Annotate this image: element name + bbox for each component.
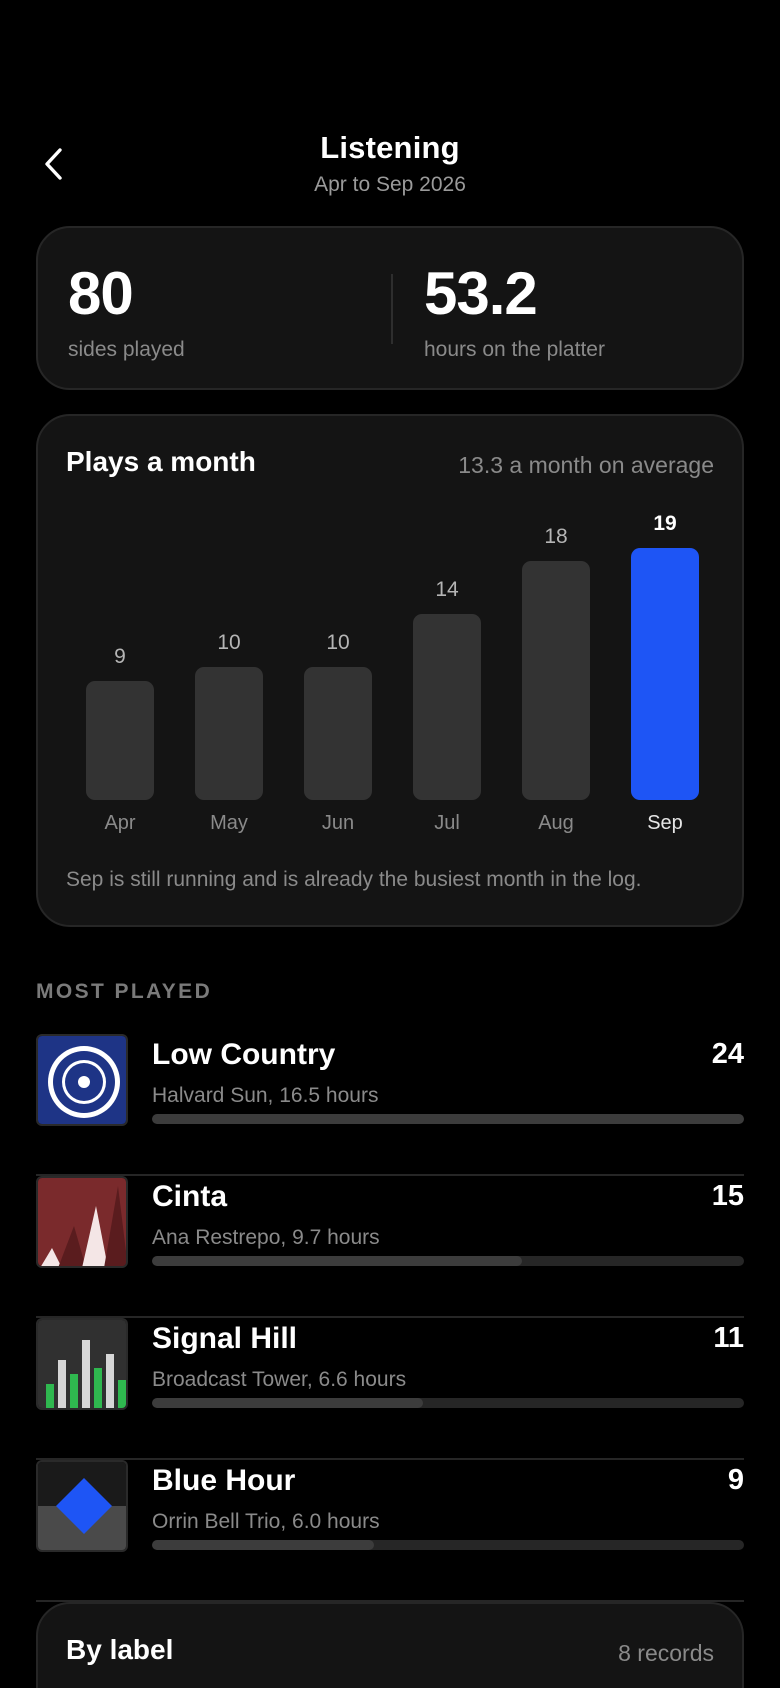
plays-chart-card: Plays a month 13.3 a month on average 9A… bbox=[36, 414, 744, 927]
chart-bar-value: 10 bbox=[326, 631, 350, 654]
album-artist-hours: Orrin Bell Trio, 6.0 hours bbox=[152, 1510, 380, 1533]
album-row-cinta[interactable]: Cinta Ana Restrepo, 9.7 hours 15 bbox=[36, 1176, 744, 1318]
by-label-title: By label bbox=[66, 1634, 174, 1665]
chart-bar-value: 9 bbox=[114, 645, 126, 668]
hours-value: 53.2 bbox=[424, 260, 538, 327]
diamond-cover-icon bbox=[38, 1462, 126, 1550]
album-cover bbox=[36, 1460, 128, 1552]
hours-label: hours on the platter bbox=[424, 338, 605, 361]
record-cover-icon bbox=[38, 1036, 126, 1124]
album-title: Signal Hill bbox=[152, 1322, 298, 1355]
by-label-card[interactable]: By label 8 records bbox=[36, 1602, 744, 1688]
stats-divider bbox=[391, 274, 393, 344]
sides-played-value: 80 bbox=[68, 260, 134, 327]
chart-bar-value: 19 bbox=[653, 512, 677, 535]
chart-bar-jul bbox=[413, 614, 481, 800]
album-row-blue-hour[interactable]: Blue Hour Orrin Bell Trio, 6.0 hours 9 bbox=[36, 1460, 744, 1602]
play-share-bar bbox=[152, 1398, 744, 1408]
album-cover bbox=[36, 1176, 128, 1268]
album-play-count: 9 bbox=[727, 1464, 744, 1496]
album-row-low-country[interactable]: Low Country Halvard Sun, 16.5 hours 24 bbox=[36, 1034, 744, 1176]
bar-chart: 9 Apr 10 May 10 Jun 14 Jul 18 Aug 19 Sep bbox=[38, 416, 742, 836]
album-artist-hours: Halvard Sun, 16.5 hours bbox=[152, 1084, 379, 1107]
album-play-count: 24 bbox=[711, 1038, 744, 1070]
chart-month-label: May bbox=[210, 812, 248, 834]
chart-month-label: Jul bbox=[434, 812, 460, 834]
play-share-bar bbox=[152, 1256, 744, 1266]
mountains-cover-icon bbox=[38, 1178, 126, 1266]
album-cover bbox=[36, 1318, 128, 1410]
chart-bar-sep bbox=[631, 548, 699, 800]
album-cover bbox=[36, 1034, 128, 1126]
sides-played-label: sides played bbox=[68, 338, 185, 361]
chart-bar-value: 14 bbox=[435, 578, 459, 601]
play-share-fill bbox=[152, 1398, 424, 1408]
chart-month-label: Apr bbox=[104, 812, 136, 834]
page-title: Listening bbox=[320, 130, 460, 165]
chart-month-label: Jun bbox=[321, 812, 355, 834]
album-row-signal-hill[interactable]: Signal Hill Broadcast Tower, 6.6 hours 1… bbox=[36, 1318, 744, 1460]
play-share-bar bbox=[152, 1114, 744, 1124]
chart-bar-value: 10 bbox=[217, 631, 241, 654]
chart-bar-apr bbox=[86, 681, 154, 800]
chart-note: Sep is still running and is already the … bbox=[66, 868, 642, 891]
stats-card: 80 sides played 53.2 hours on the platte… bbox=[36, 226, 744, 390]
chart-month-label: Aug bbox=[538, 812, 574, 834]
play-share-fill bbox=[152, 1256, 522, 1266]
play-share-fill bbox=[152, 1114, 744, 1124]
album-title: Low Country bbox=[152, 1038, 336, 1071]
album-play-count: 11 bbox=[713, 1322, 744, 1354]
album-title: Cinta bbox=[152, 1180, 227, 1213]
by-label-count: 8 records bbox=[618, 1640, 714, 1666]
hours-stat: 53.2 hours on the platter bbox=[424, 264, 605, 362]
play-share-bar bbox=[152, 1540, 744, 1550]
play-share-fill bbox=[152, 1540, 374, 1550]
equalizer-cover-icon bbox=[38, 1320, 126, 1408]
album-play-count: 15 bbox=[711, 1180, 744, 1212]
page-subtitle: Apr to Sep 2026 bbox=[314, 173, 466, 196]
chart-bar-may bbox=[195, 667, 263, 800]
chart-bar-jun bbox=[304, 667, 372, 800]
album-artist-hours: Broadcast Tower, 6.6 hours bbox=[152, 1368, 407, 1391]
album-title: Blue Hour bbox=[152, 1464, 296, 1497]
chart-month-label: Sep bbox=[647, 812, 683, 834]
chart-bar-aug bbox=[522, 561, 590, 800]
most-played-heading: MOST PLAYED bbox=[36, 980, 213, 1003]
sides-played-stat: 80 sides played bbox=[68, 264, 185, 362]
chart-bar-value: 18 bbox=[544, 525, 568, 548]
album-artist-hours: Ana Restrepo, 9.7 hours bbox=[152, 1226, 380, 1249]
